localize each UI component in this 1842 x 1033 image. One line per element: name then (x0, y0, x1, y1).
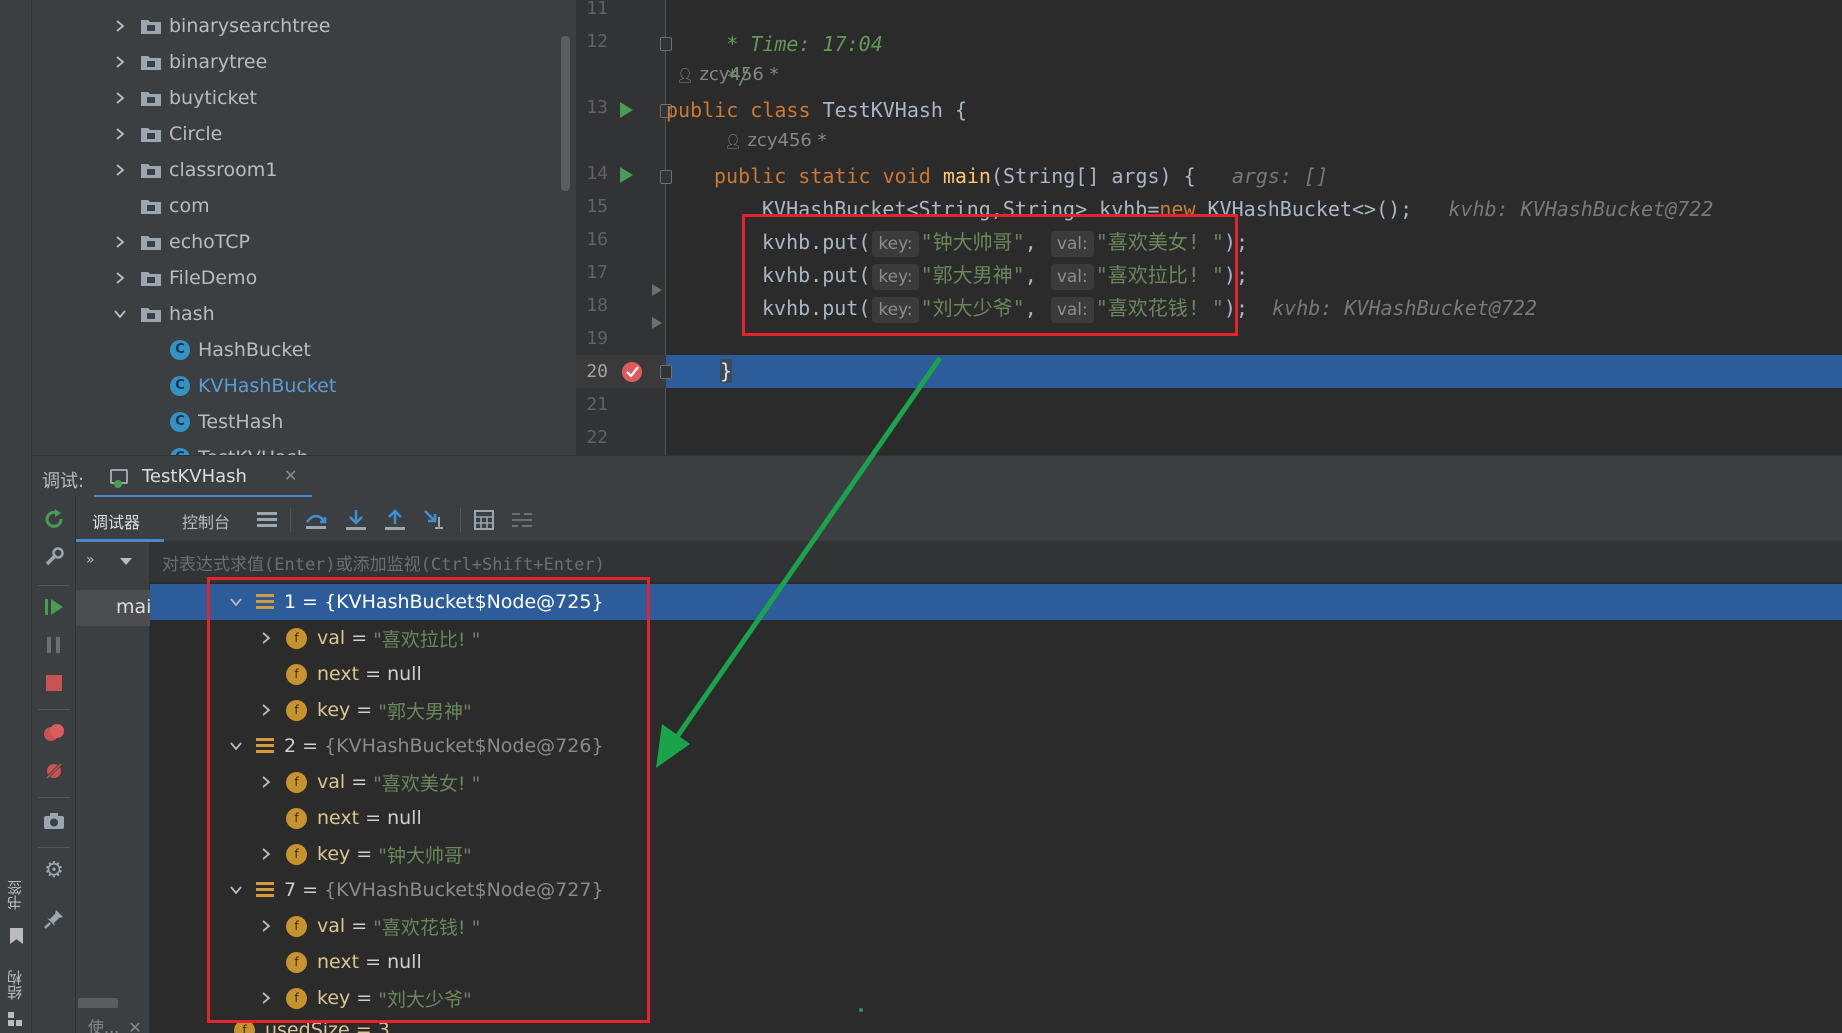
annotation-arrow (656, 356, 943, 1012)
